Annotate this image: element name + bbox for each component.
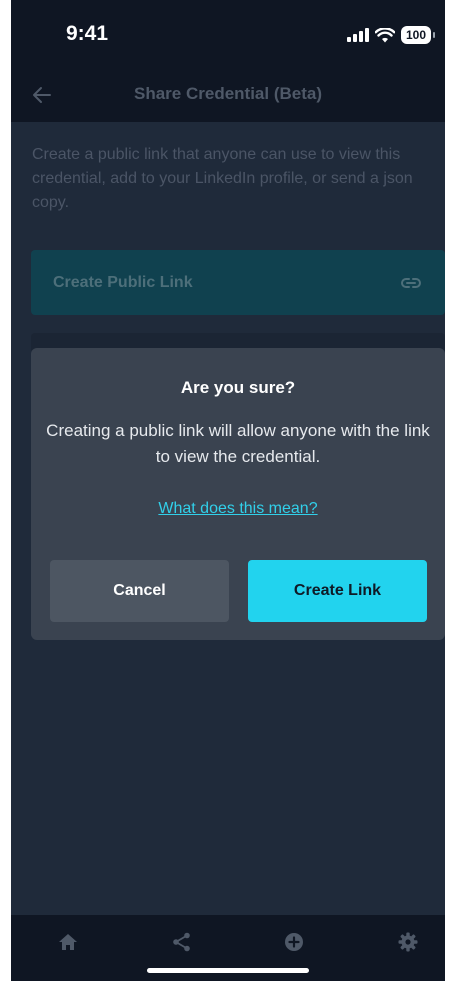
confirm-dialog: Are you sure? Creating a public link wil… (31, 348, 445, 640)
header: Share Credential (Beta) (11, 70, 445, 122)
nav-home[interactable] (55, 929, 81, 955)
dialog-title: Are you sure? (180, 378, 296, 397)
share-description: Create a public link that anyone can use… (32, 146, 413, 211)
app-screen: 9:41 100 Share Credential (Beta) Create … (11, 0, 445, 981)
create-public-link-label: Create Public Link (53, 273, 193, 291)
home-indicator[interactable] (147, 968, 309, 973)
add-circle-icon (285, 933, 303, 951)
dialog-message: Creating a public link will allow anyone… (46, 421, 430, 466)
nav-settings[interactable] (395, 929, 421, 955)
battery-icon: 100 (400, 26, 436, 44)
create-link-button[interactable]: Create Link (248, 560, 427, 622)
status-bar: 9:41 100 (11, 0, 445, 70)
gear-icon (398, 932, 418, 952)
cellular-signal-icon (346, 28, 369, 42)
home-icon (59, 934, 77, 950)
link-icon (401, 277, 421, 288)
what-does-this-mean-link[interactable]: What does this mean? (31, 500, 445, 518)
nav-share[interactable] (169, 929, 195, 955)
share-icon (173, 932, 190, 952)
status-time: 9:41 (66, 22, 109, 45)
wifi-icon (374, 27, 395, 42)
cancel-button[interactable]: Cancel (50, 560, 229, 622)
create-public-link-button[interactable]: Create Public Link (31, 250, 445, 315)
nav-add[interactable] (281, 929, 307, 955)
page-title: Share Credential (Beta) (134, 84, 322, 103)
status-icons: 100 (346, 24, 436, 46)
